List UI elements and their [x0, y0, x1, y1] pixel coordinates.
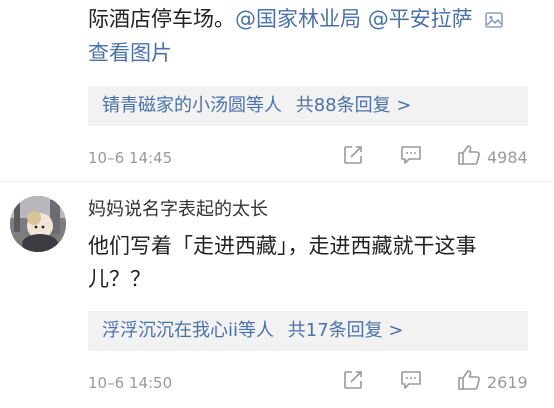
replies-count: 共17条回复 >: [287, 320, 404, 341]
like-button[interactable]: 4984: [457, 144, 528, 170]
comment-text: 他们写着「走进西藏」，走进西藏就干这事: [88, 234, 477, 258]
share-icon: [343, 145, 363, 169]
comment-text: 际酒店停车场。: [88, 7, 235, 31]
timestamp: 10–6 14:45: [88, 149, 173, 167]
comment-icon: [400, 145, 422, 169]
like-icon: [457, 369, 481, 395]
replies-preview[interactable]: 锖青磁家的小汤圆等人 共88条回复 >: [88, 86, 528, 126]
replies-summary: 浮浮沉沉在我心ii等人: [102, 320, 275, 341]
comment-button[interactable]: [400, 370, 422, 394]
picture-icon[interactable]: [485, 6, 504, 36]
share-icon: [343, 370, 363, 394]
comment-text-line: 际酒店停车场。@国家林业局 @平安拉萨: [88, 4, 504, 36]
comment-icon: [400, 370, 422, 394]
like-icon: [457, 144, 481, 170]
mention-link[interactable]: @平安拉萨: [368, 7, 473, 31]
like-button[interactable]: 2619: [457, 369, 528, 395]
replies-preview[interactable]: 浮浮沉沉在我心ii等人 共17条回复 >: [88, 311, 528, 351]
divider: [0, 181, 554, 182]
avatar[interactable]: [10, 196, 66, 252]
like-count: 4984: [487, 147, 528, 167]
mention-link[interactable]: @国家林业局: [235, 7, 361, 31]
timestamp: 10–6 14:50: [88, 374, 173, 392]
comment-button[interactable]: [400, 145, 422, 169]
view-picture-link[interactable]: 查看图片: [88, 38, 172, 68]
replies-count: 共88条回复 >: [295, 95, 412, 116]
like-count: 2619: [487, 372, 528, 392]
comment-text: 儿？？: [88, 267, 151, 291]
share-button[interactable]: [343, 145, 363, 169]
replies-summary: 锖青磁家的小汤圆等人: [102, 95, 282, 116]
username[interactable]: 妈妈说名字表起的太长: [88, 198, 268, 222]
share-button[interactable]: [343, 370, 363, 394]
